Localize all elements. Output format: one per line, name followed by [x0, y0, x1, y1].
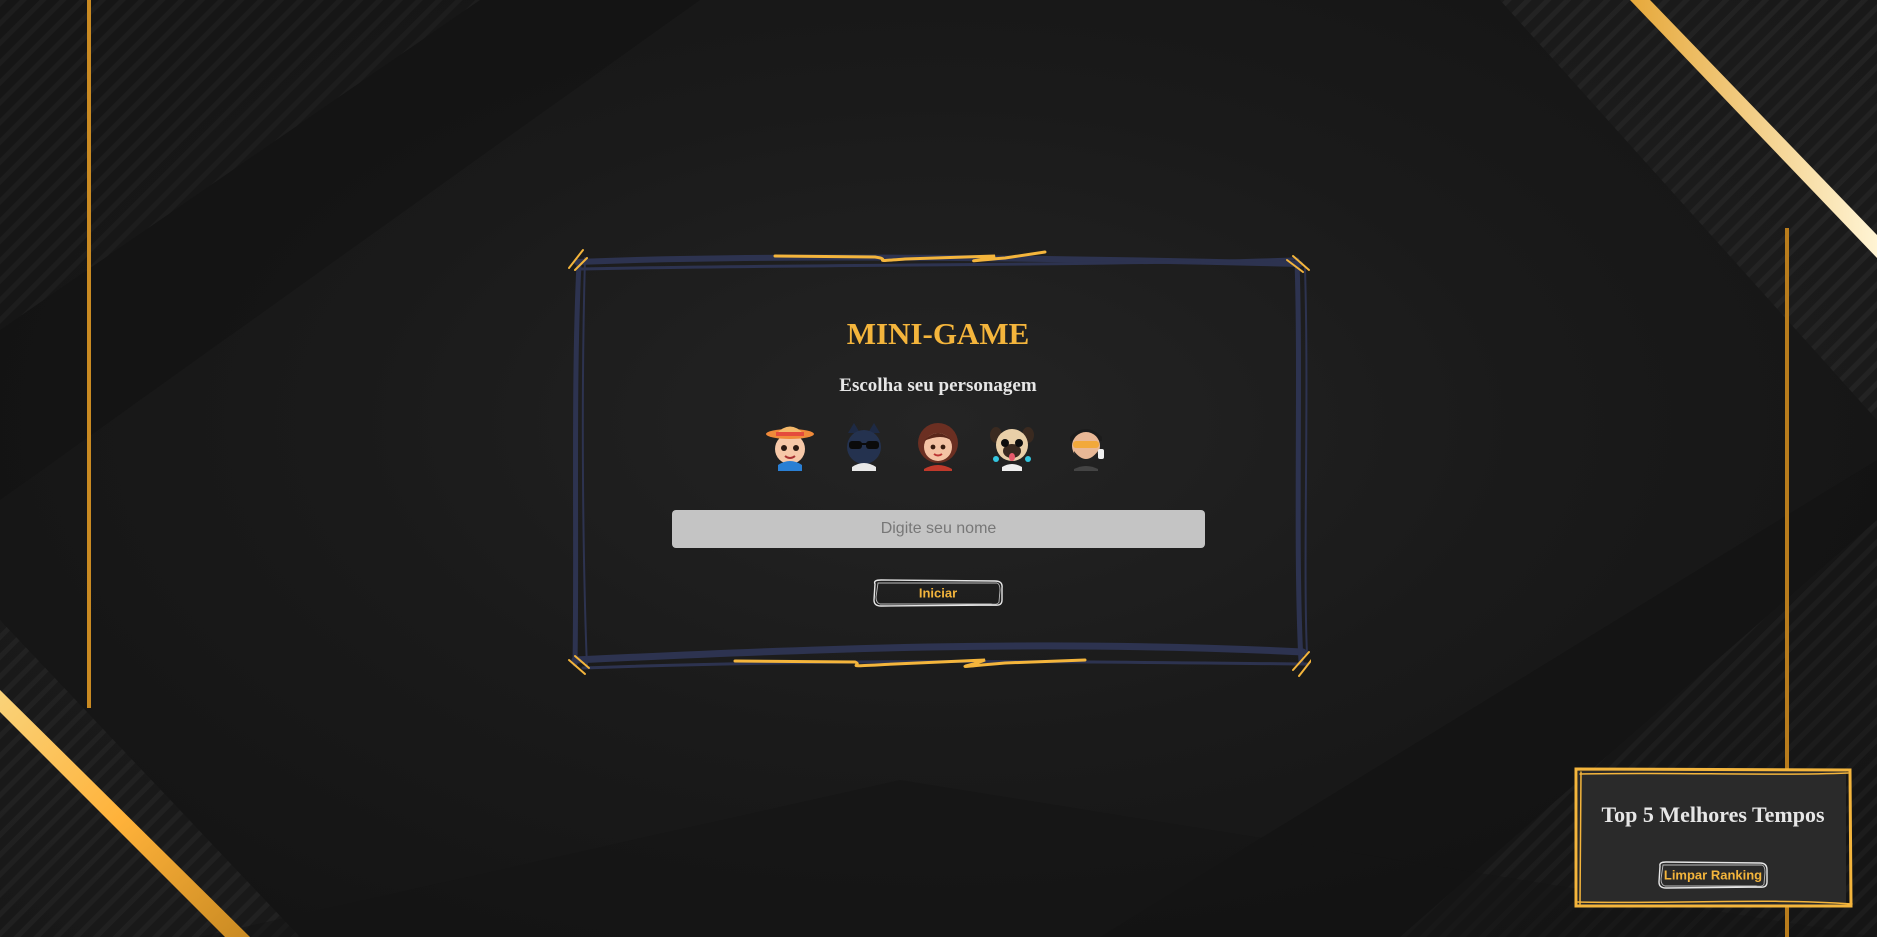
character-brown-hair-woman-icon[interactable] [912, 419, 964, 471]
character-hat-boy-icon[interactable] [764, 419, 816, 471]
character-select-heading: Escolha seu personagem [839, 375, 1037, 396]
character-select-card: MINI-GAME Escolha seu personagem Digite … [568, 249, 1311, 677]
character-sunglasses-cat-icon[interactable] [838, 419, 890, 471]
start-button-label: Iniciar [918, 585, 958, 601]
clear-ranking-button[interactable]: Limpar Ranking [1656, 860, 1770, 890]
ranking-title: Top 5 Melhores Tempos [1601, 802, 1825, 827]
game-screen: MINI-GAME Escolha seu personagem Digite … [0, 0, 1877, 937]
game-title: MINI-GAME [846, 316, 1030, 351]
clear-ranking-label: Limpar Ranking [1663, 867, 1763, 883]
character-bearded-man-sunglasses-icon[interactable] [1060, 419, 1112, 471]
ranking-panel: Top 5 Melhores Tempos Limpar Ranking [1572, 764, 1854, 912]
player-name-input[interactable] [672, 510, 1205, 548]
character-pug-dog-icon[interactable] [986, 419, 1038, 471]
character-options [573, 419, 1303, 471]
start-button[interactable]: Iniciar [871, 578, 1005, 608]
